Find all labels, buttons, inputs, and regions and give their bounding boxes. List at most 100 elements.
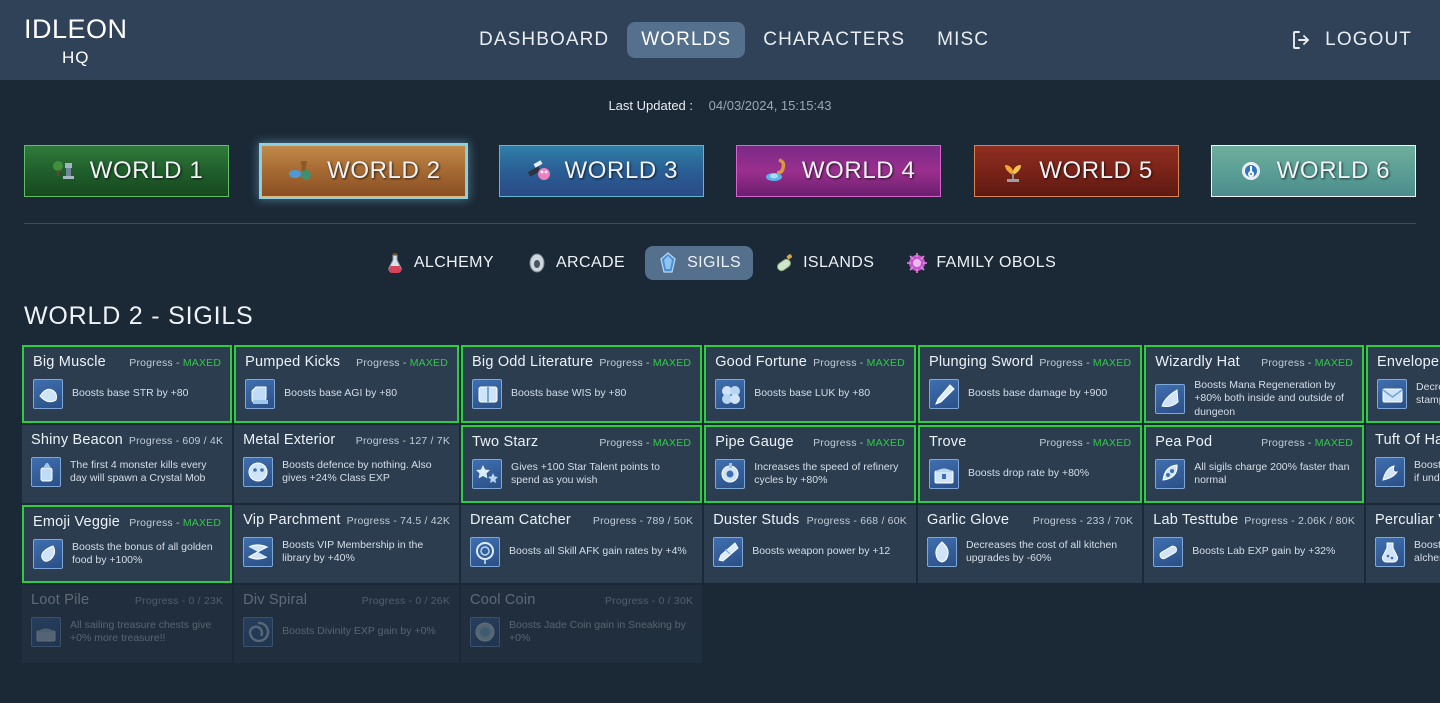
progress-value: MAXED xyxy=(182,517,222,529)
two-starz-icon xyxy=(472,459,503,489)
sigil-card[interactable]: Emoji Veggie Progress - MAXED Boosts the b… xyxy=(22,505,233,583)
sigil-progress: Progress - MAXED xyxy=(1261,437,1353,449)
sigil-card-body: The first 4 monster kills every day will… xyxy=(31,457,223,487)
sigil-name: Perculiar Vial xyxy=(1375,512,1440,528)
world-button-3[interactable]: WORLD 3 xyxy=(498,145,704,197)
sigil-card[interactable]: Envelope PileProgress - MAXED Decreases t… xyxy=(1366,345,1440,423)
sigil-description: Gives +100 Star Talent points to spend a… xyxy=(511,460,660,486)
sigil-card-body: Boosts movement speed by +12% if under 1… xyxy=(1375,457,1440,487)
sigil-card[interactable]: Loot Pile Progress - 0 / 23K All sailing t… xyxy=(22,585,233,663)
sigil-name: Big Odd Literature xyxy=(472,354,594,370)
progress-value: MAXED xyxy=(866,357,905,369)
sigil-name: Pumped Kicks xyxy=(245,354,341,370)
sigil-card[interactable]: Shiny Beacon Progress - 609 / 4K The first… xyxy=(22,425,233,503)
logout-arrow-icon xyxy=(1290,28,1314,52)
sigil-card-body: Boosts the regeneration rate of all alch… xyxy=(1375,537,1440,567)
sigil-description: Boosts base STR by +80 xyxy=(72,387,189,400)
arcade-ball-icon xyxy=(526,252,548,274)
sigil-progress: Progress - 233 / 70K xyxy=(1032,515,1134,527)
sigil-progress: Progress - MAXED xyxy=(599,437,691,449)
sigil-card-body: Increases the speed of refinery cycles b… xyxy=(715,459,905,489)
sigil-description: Boosts base damage by +900 xyxy=(967,387,1108,400)
world-label-2: WORLD 2 xyxy=(327,157,441,184)
progress-value: MAXED xyxy=(409,357,449,369)
progress-prefix: Progress - xyxy=(599,357,653,369)
main-nav: DASHBOARD WORLDS CHARACTERS MISC xyxy=(465,0,1003,80)
subtab-label-arcade: ARCADE xyxy=(555,254,626,271)
cool-coin-icon xyxy=(470,617,501,647)
sigil-card-body: Boosts base STR by +80 xyxy=(33,379,221,409)
logout-button[interactable]: LOGOUT xyxy=(1290,0,1412,80)
world-button-6[interactable]: WORLD 6 xyxy=(1210,145,1416,197)
sigil-card-body: Boosts defence by nothing. Also gives +2… xyxy=(243,457,450,487)
sigil-card-header: Duster Studs Progress - 668 / 60K xyxy=(713,512,907,528)
sigil-card-header: Lab Testtube Progress - 2.06K / 80K xyxy=(1153,512,1355,528)
sigil-card[interactable]: Dream Catcher Progress - 789 / 50K Boosts … xyxy=(461,505,703,583)
sigil-card[interactable]: Big Odd Literature Progress - MAXED Boosts… xyxy=(461,345,703,423)
perculiar-vial-icon xyxy=(1375,537,1406,567)
world4-icon xyxy=(762,157,790,185)
subtab-alchemy[interactable]: ALCHEMY xyxy=(372,246,506,280)
nav-item-dashboard[interactable]: DASHBOARD xyxy=(465,22,623,58)
sigil-card-body: Boosts Mana Regeneration by +80% both in… xyxy=(1155,379,1353,419)
sigil-description: Boosts Mana Regeneration by +80% both in… xyxy=(1194,379,1344,418)
sigil-card[interactable]: Plunging Sword Progress - MAXED Boosts bas… xyxy=(917,345,1143,423)
pea-pod-icon xyxy=(1155,459,1186,489)
sigil-description: The first 4 monster kills every day will… xyxy=(70,458,207,484)
subtab-sigils[interactable]: SIGILS xyxy=(645,246,754,280)
sigil-description: Boosts base WIS by +80 xyxy=(511,387,627,400)
world-selector: WORLD 1 WORLD 2 WORLD 3 WORLD 4 WORLD 5 … xyxy=(0,143,1440,199)
nav-item-characters[interactable]: CHARACTERS xyxy=(749,22,919,58)
world-button-5[interactable]: WORLD 5 xyxy=(973,145,1179,197)
progress-prefix: Progress - xyxy=(129,517,183,529)
big-muscle-icon xyxy=(33,379,63,409)
subtab-label-islands: ISLANDS xyxy=(803,254,875,271)
app-logo: IDLEON HQ xyxy=(24,16,128,67)
sigil-card-header: Loot Pile Progress - 0 / 23K xyxy=(31,592,223,608)
sigil-card[interactable]: Trove Progress - MAXED Boosts drop rate by… xyxy=(917,425,1143,503)
sigil-card[interactable]: Metal Exterior Progress - 127 / 7K Boosts … xyxy=(234,425,460,503)
sigil-description: Boosts base LUK by +80 xyxy=(754,387,871,400)
sigil-card[interactable]: Good Fortune Progress - MAXED Boosts base … xyxy=(704,345,916,423)
sigil-card[interactable]: Cool Coin Progress - 0 / 30K Boosts Jade C… xyxy=(461,585,703,663)
world-button-2[interactable]: WORLD 2 xyxy=(259,143,469,199)
sigil-description: Boosts weapon power by +12 xyxy=(752,545,891,558)
sigil-description: Boosts Jade Coin gain in Sneaking by +0% xyxy=(509,618,686,644)
sigil-progress: Progress - MAXED xyxy=(813,357,905,369)
subtab-islands[interactable]: ISLANDS xyxy=(761,246,886,280)
sigil-card[interactable]: Pea Pod Progress - MAXED All sigils charge… xyxy=(1144,425,1365,503)
sigils-icon xyxy=(657,252,679,274)
sigil-name: Emoji Veggie xyxy=(33,514,121,530)
sigil-card[interactable]: Lab Testtube Progress - 2.06K / 80K Boosts… xyxy=(1144,505,1365,583)
nav-item-worlds[interactable]: WORLDS xyxy=(627,22,746,58)
subtab-arcade[interactable]: ARCADE xyxy=(514,246,637,280)
sigil-card-header: Shiny Beacon Progress - 609 / 4K xyxy=(31,432,223,448)
subtab-label-sigils: SIGILS xyxy=(687,254,742,271)
sigil-card[interactable]: Big Muscle Progress - MAXED Boosts base ST… xyxy=(22,345,233,423)
sigil-card[interactable]: Pumped Kicks Progress - MAXED Boosts base … xyxy=(234,345,460,423)
progress-prefix: Progress - xyxy=(1039,437,1093,449)
nav-item-misc[interactable]: MISC xyxy=(923,22,1003,58)
sigil-card[interactable]: Two Starz Progress - MAXED Gives +100 Star… xyxy=(461,425,703,503)
sigil-card[interactable]: Wizardly Hat Progress - MAXED Boosts Mana … xyxy=(1144,345,1365,423)
sigil-card[interactable]: Div Spiral Progress - 0 / 26K Boosts Divin… xyxy=(234,585,460,663)
page-body: Last Updated : 04/03/2024, 15:15:43 WORL… xyxy=(0,80,1440,703)
world-button-4[interactable]: WORLD 4 xyxy=(736,145,942,197)
world-button-1[interactable]: WORLD 1 xyxy=(24,145,229,197)
world-label-6: WORLD 6 xyxy=(1276,157,1391,184)
sigil-card-header: Div Spiral Progress - 0 / 26K xyxy=(243,592,450,608)
sigil-card[interactable]: Perculiar VialProgress - 12.8K / 17K Boos… xyxy=(1366,505,1440,583)
sigil-card[interactable]: Garlic Glove Progress - 233 / 70K Decrease… xyxy=(917,505,1143,583)
sigil-card-header: Big Muscle Progress - MAXED xyxy=(33,354,221,370)
sigil-card[interactable]: Vip Parchment Progress - 74.5 / 42K Boosts… xyxy=(234,505,460,583)
sigil-progress: Progress - 0 / 30K xyxy=(604,595,694,607)
logout-label: LOGOUT xyxy=(1325,29,1412,50)
last-updated: Last Updated : 04/03/2024, 15:15:43 xyxy=(0,80,1440,113)
sigil-name: Duster Studs xyxy=(713,512,800,528)
sigil-card[interactable]: Tuft Of HairProgress - 1.98K / 25K Boosts… xyxy=(1366,425,1440,503)
sigil-card[interactable]: Duster Studs Progress - 668 / 60K Boosts w… xyxy=(704,505,916,583)
sigil-card[interactable]: Pipe Gauge Progress - MAXED Increases the … xyxy=(704,425,916,503)
sigil-card-body: Boosts weapon power by +12 xyxy=(713,537,907,567)
subtab-family-obols[interactable]: FAMILY OBOLS xyxy=(894,246,1068,280)
envelope-pile-icon xyxy=(1377,379,1408,409)
